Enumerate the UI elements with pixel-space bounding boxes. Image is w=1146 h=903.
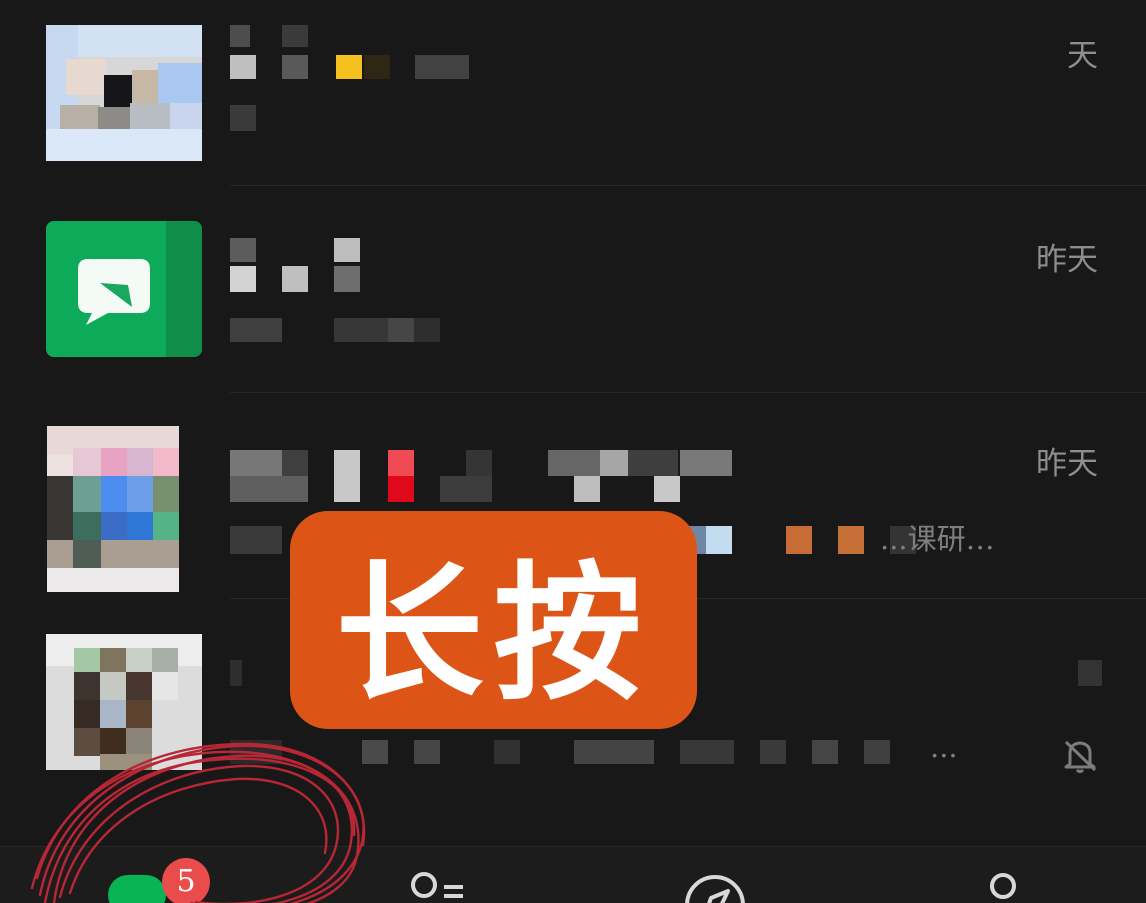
chat-preview-blurred bbox=[230, 318, 450, 358]
unread-count-badge: 5 bbox=[162, 858, 210, 903]
chat-preview-blurred bbox=[230, 105, 270, 145]
chat-preview-text: ... bbox=[930, 730, 958, 764]
tab-discover[interactable] bbox=[675, 847, 755, 903]
green-message-icon bbox=[46, 221, 202, 357]
chat-preview-blurred bbox=[230, 740, 990, 780]
row-divider bbox=[230, 185, 1146, 186]
tab-contacts[interactable] bbox=[400, 847, 480, 903]
contacts-tab-icon bbox=[411, 872, 463, 898]
chat-preview-text: ...课研… bbox=[880, 522, 995, 556]
tab-me[interactable] bbox=[960, 847, 1040, 903]
chat-time-blurred bbox=[1078, 660, 1102, 686]
chat-name-blurred bbox=[230, 238, 390, 292]
tab-chats[interactable]: 5 bbox=[100, 847, 220, 903]
chat-time: 昨天 bbox=[1036, 242, 1098, 278]
bell-mute-icon bbox=[1064, 740, 1097, 773]
chat-name-blurred bbox=[230, 660, 250, 700]
wechat-chat-list-screen: 天 昨天 ...课研… 昨天 ... 长按 5 bbox=[0, 0, 1146, 903]
avatar[interactable] bbox=[46, 634, 202, 770]
avatar[interactable] bbox=[46, 221, 202, 357]
discover-compass-icon bbox=[685, 875, 745, 903]
chat-name-blurred bbox=[230, 450, 750, 502]
chat-time: 昨天 bbox=[1036, 446, 1098, 482]
bottom-tab-bar: 5 bbox=[0, 846, 1146, 903]
chat-list-item[interactable]: 昨天 bbox=[0, 206, 1146, 412]
long-press-overlay-label: 长按 bbox=[290, 511, 697, 729]
chat-list-item[interactable]: 天 bbox=[0, 0, 1146, 206]
chat-name-blurred bbox=[230, 25, 490, 79]
row-divider bbox=[230, 392, 1146, 393]
avatar[interactable] bbox=[47, 426, 179, 592]
chat-tab-icon bbox=[108, 875, 166, 903]
avatar[interactable] bbox=[46, 25, 202, 161]
me-tab-icon bbox=[990, 873, 1016, 899]
chat-time: 天 bbox=[1067, 38, 1098, 74]
